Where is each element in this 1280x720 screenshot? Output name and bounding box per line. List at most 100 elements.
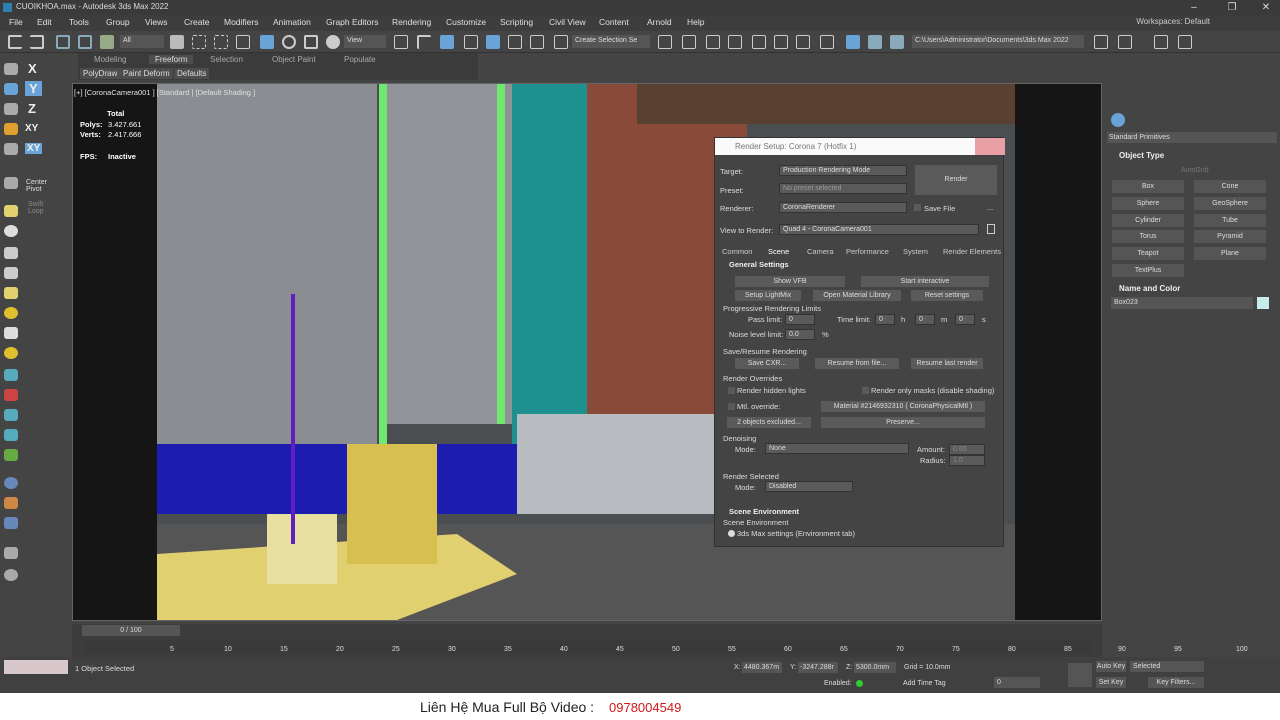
axis-constraint-icon[interactable]: [4, 83, 18, 95]
subtab-defaults[interactable]: Defaults: [174, 68, 210, 79]
reference-coordinate-dropdown[interactable]: View: [344, 35, 386, 48]
save-file-checkbox[interactable]: [914, 204, 921, 211]
axis-constraint-icon[interactable]: [4, 103, 18, 115]
viewport-label[interactable]: [+] [CoronaCamera001 ] [Standard ] [Defa…: [74, 88, 255, 97]
set-key-big-icon[interactable]: [1068, 663, 1092, 687]
save-cxr-button[interactable]: Save CXR...: [735, 358, 799, 369]
box-icon[interactable]: [4, 327, 18, 339]
tab-populate[interactable]: Populate: [344, 55, 376, 64]
object-type-header[interactable]: Object Type: [1119, 151, 1164, 160]
geometry-icon[interactable]: [1111, 113, 1125, 127]
move-icon[interactable]: [260, 35, 274, 49]
menu-graph-editors[interactable]: Graph Editors: [326, 17, 378, 27]
maxscript-icon[interactable]: [1154, 35, 1168, 49]
sphere-button[interactable]: Sphere: [1112, 197, 1184, 210]
menu-group[interactable]: Group: [106, 17, 130, 27]
mesh-icon[interactable]: [4, 517, 18, 529]
menu-create[interactable]: Create: [184, 17, 210, 27]
plane-icon[interactable]: [4, 369, 18, 381]
edit-named-selection-icon[interactable]: [554, 35, 568, 49]
sphere-blue-icon[interactable]: [4, 477, 18, 489]
resume-file-button[interactable]: Resume from file...: [815, 358, 899, 369]
menu-civil-view[interactable]: Civil View: [549, 17, 586, 27]
show-vfb-button[interactable]: Show VFB: [735, 276, 845, 287]
tab-performance[interactable]: Performance: [846, 247, 889, 256]
toolbar-extra-icon[interactable]: [1178, 35, 1192, 49]
menu-rendering[interactable]: Rendering: [392, 17, 431, 27]
dialog-close-button[interactable]: [975, 138, 1005, 155]
bind-space-warp-icon[interactable]: [100, 35, 114, 49]
reset-settings-button[interactable]: Reset settings: [911, 290, 983, 301]
auto-key-button[interactable]: Auto Key: [1096, 661, 1126, 672]
rotate-icon[interactable]: [282, 35, 296, 49]
name-color-header[interactable]: Name and Color: [1119, 284, 1180, 293]
time-minutes-field[interactable]: 0: [915, 314, 935, 325]
object-name-field[interactable]: Box023: [1111, 297, 1253, 309]
open-material-library-button[interactable]: Open Material Library: [813, 290, 901, 301]
only-masks-checkbox[interactable]: [862, 387, 869, 394]
select-object-icon[interactable]: [170, 35, 184, 49]
create-project-icon[interactable]: [1118, 35, 1132, 49]
target-dropdown[interactable]: Production Rendering Mode: [779, 165, 907, 176]
start-interactive-button[interactable]: Start interactive: [861, 276, 989, 287]
menu-help[interactable]: Help: [687, 17, 704, 27]
named-selection-dropdown[interactable]: Create Selection Se: [572, 35, 650, 48]
paint-icon[interactable]: [4, 389, 18, 401]
tube-button[interactable]: Tube: [1194, 214, 1266, 227]
torus-button[interactable]: Torus: [1112, 230, 1184, 243]
cylinder-button[interactable]: Cylinder: [1112, 214, 1184, 227]
excluded-objects-button[interactable]: 2 objects excluded...: [727, 417, 811, 428]
help-circle-icon[interactable]: [4, 569, 18, 581]
scene-environment-header[interactable]: Scene Environment: [729, 507, 799, 516]
menu-modifiers[interactable]: Modifiers: [224, 17, 258, 27]
object-color-swatch[interactable]: [1257, 297, 1269, 309]
subtab-polydraw[interactable]: PolyDraw: [80, 68, 121, 79]
textplus-button[interactable]: TextPlus: [1112, 264, 1184, 277]
close-window-button[interactable]: ✕: [1252, 0, 1280, 15]
maxscript-listener[interactable]: [4, 660, 68, 674]
workspaces-selector[interactable]: Workspaces: Default: [1136, 17, 1210, 26]
tube-icon[interactable]: [4, 429, 18, 441]
menu-customize[interactable]: Customize: [446, 17, 486, 27]
select-manipulate-icon[interactable]: [417, 35, 431, 49]
menu-file[interactable]: File: [9, 17, 23, 27]
pyramid-button[interactable]: Pyramid: [1194, 230, 1266, 243]
time-slider[interactable]: 0 / 100: [82, 625, 180, 636]
torus-icon[interactable]: [4, 267, 18, 279]
align-icon[interactable]: [682, 35, 696, 49]
subtab-paint-deform[interactable]: Paint Deform: [120, 68, 173, 79]
scene-explorer-icon[interactable]: [706, 35, 720, 49]
percent-snap-icon[interactable]: [508, 35, 522, 49]
enabled-indicator[interactable]: [856, 680, 863, 687]
cylinder-icon[interactable]: [4, 247, 18, 259]
menu-content[interactable]: Content: [599, 17, 629, 27]
tab-selection[interactable]: Selection: [210, 55, 243, 64]
curve-editor-icon[interactable]: [774, 35, 788, 49]
sun-icon[interactable]: [4, 307, 18, 319]
axis-z-button[interactable]: Z: [28, 101, 36, 116]
select-by-name-icon[interactable]: [192, 35, 206, 49]
tab-render-elements[interactable]: Render Elements: [943, 247, 1001, 256]
center-pivot-label[interactable]: Center Pivot: [26, 179, 50, 193]
menu-views[interactable]: Views: [145, 17, 168, 27]
angle-snap-icon[interactable]: [486, 35, 500, 49]
project-folder-icon[interactable]: [1094, 35, 1108, 49]
current-frame-field[interactable]: 0: [994, 677, 1040, 688]
tab-modeling[interactable]: Modeling: [94, 55, 126, 64]
dialog-title-bar[interactable]: Render Setup: Corona 7 (Hotfix 1): [715, 138, 1005, 155]
rendered-frame-window-icon[interactable]: [868, 35, 882, 49]
undo-icon[interactable]: [8, 35, 22, 49]
menu-arnold[interactable]: Arnold: [647, 17, 672, 27]
snap-icon[interactable]: [4, 63, 18, 75]
scale-icon[interactable]: [304, 35, 318, 49]
radius-field[interactable]: 1.0: [949, 455, 985, 466]
render-button[interactable]: Render: [915, 165, 997, 195]
geosphere-button[interactable]: GeoSphere: [1194, 197, 1266, 210]
render-production-icon[interactable]: [890, 35, 904, 49]
material-editor-icon[interactable]: [820, 35, 834, 49]
z-coordinate-field[interactable]: 5300.0mm: [854, 662, 896, 673]
tab-scene[interactable]: Scene: [768, 247, 789, 256]
tab-common[interactable]: Common: [722, 247, 752, 256]
track-bar[interactable]: [84, 640, 1092, 653]
axis-x-button[interactable]: X: [28, 61, 37, 76]
